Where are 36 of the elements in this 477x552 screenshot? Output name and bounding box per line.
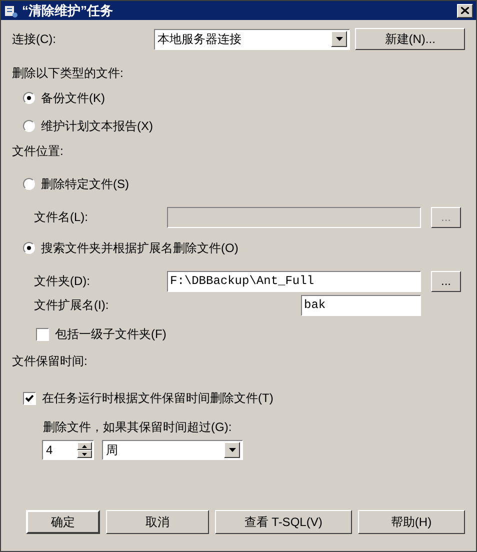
radio-label: 搜索文件夹并根据扩展名删除文件(O) [41, 240, 238, 257]
checkbox[interactable] [23, 392, 36, 404]
checkbox-label: 包括一级子文件夹(F) [55, 326, 166, 343]
connection-label: 连接(C): [12, 31, 57, 48]
field-label: 文件扩展名(I): [34, 297, 110, 314]
dialog-button[interactable]: 取消 [106, 510, 210, 534]
spinner-arrows-icon[interactable] [77, 442, 92, 458]
radio-button[interactable] [23, 120, 35, 132]
close-button[interactable] [457, 4, 473, 18]
checkbox[interactable] [36, 328, 49, 340]
section-label: 文件保留时间: [12, 353, 88, 368]
dialog-button[interactable]: 帮助(H) [358, 510, 465, 534]
file-name-field[interactable] [167, 206, 421, 228]
field-label: 文件名(L): [34, 209, 89, 226]
radio-label: 备份文件(K) [41, 90, 105, 107]
close-icon [461, 7, 469, 14]
extension-field[interactable]: bak [301, 294, 421, 316]
dialog-button[interactable]: 确定 [26, 510, 100, 534]
age-spinner[interactable]: 4 [42, 440, 94, 460]
field-label: 文件夹(D): [34, 273, 91, 290]
section-label: 文件位置: [12, 143, 64, 158]
folder-field[interactable]: F:\DBBackup\Ant_Full [167, 270, 421, 292]
window-title: “清除维护”任务 [22, 2, 113, 20]
field-label: 删除文件，如果其保留时间超过(G): [42, 419, 233, 434]
new-connection-button[interactable]: 新建(N)... [355, 28, 465, 50]
app-icon [4, 4, 18, 18]
radio-button[interactable] [23, 92, 35, 104]
radio-label: 删除特定文件(S) [41, 176, 129, 193]
radio-button[interactable] [23, 242, 35, 254]
radio-label: 维护计划文本报告(X) [41, 118, 153, 135]
dialog-button[interactable]: 查看 T-SQL(V) [215, 510, 352, 534]
connection-dropdown[interactable]: 本地服务器连接 [154, 28, 350, 50]
section-label: 删除以下类型的文件: [12, 65, 124, 80]
unit-dropdown[interactable]: 周 [102, 440, 243, 460]
checkbox-label: 在任务运行时根据文件保留时间删除文件(T) [42, 390, 274, 407]
browse-button[interactable]: ... [431, 270, 461, 292]
